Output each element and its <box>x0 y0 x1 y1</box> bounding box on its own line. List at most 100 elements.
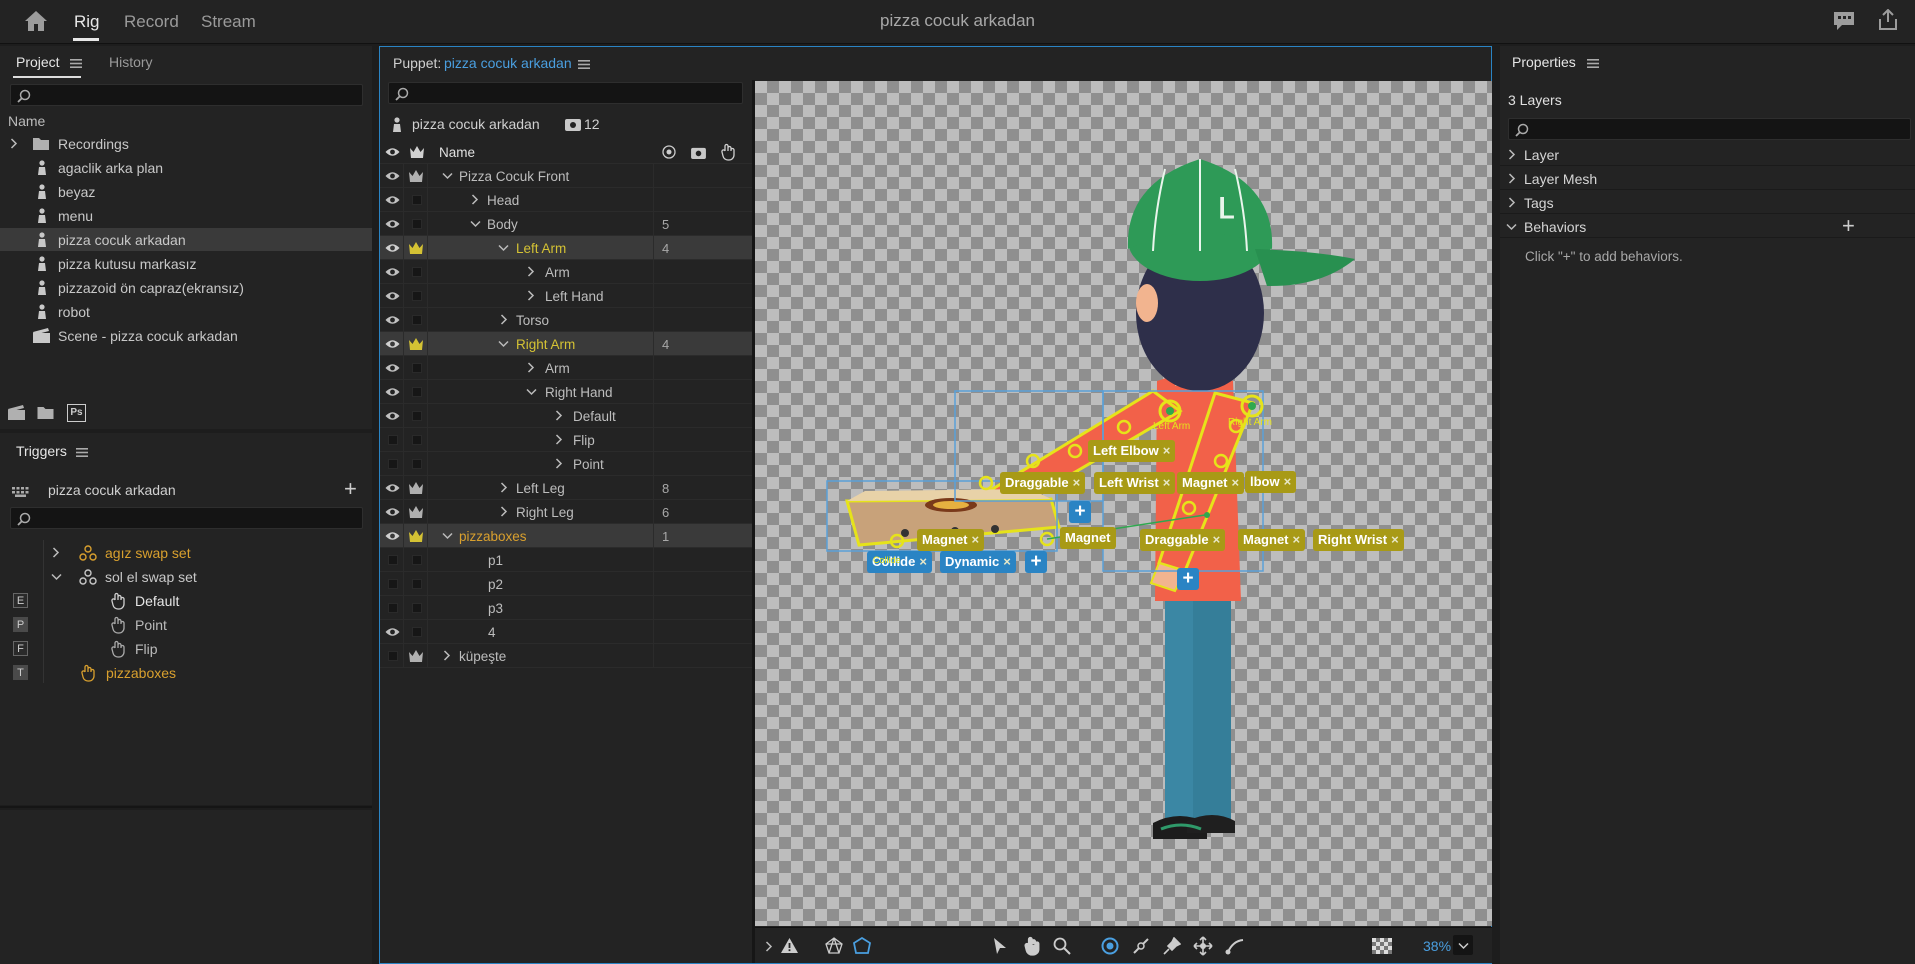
chevron-right-icon[interactable] <box>527 362 535 373</box>
eye-placeholder[interactable] <box>388 435 398 445</box>
crown-placeholder[interactable] <box>412 219 422 229</box>
puppet-artwork[interactable] <box>755 81 1492 926</box>
chevron-right-icon[interactable] <box>471 194 479 205</box>
crown-icon[interactable] <box>409 482 423 494</box>
crown-placeholder[interactable] <box>412 267 422 277</box>
menu-icon[interactable] <box>1587 59 1599 68</box>
add-tag-button[interactable]: + <box>1025 551 1047 573</box>
list-item[interactable]: pizzazoid ön capraz(ekransız) <box>0 276 372 299</box>
crown-icon[interactable] <box>409 530 423 542</box>
magnet-tag[interactable]: Magnet × <box>1238 529 1306 551</box>
tree-row[interactable]: p3 <box>380 596 752 620</box>
menu-icon[interactable] <box>578 60 590 69</box>
chevron-down-icon[interactable] <box>51 573 62 581</box>
target-icon[interactable] <box>662 145 676 159</box>
crown-icon[interactable] <box>409 338 423 350</box>
eye-placeholder[interactable] <box>388 651 398 661</box>
hand-icon[interactable] <box>720 143 736 161</box>
zoom-level[interactable]: 38% <box>1423 938 1451 954</box>
chevron-down-icon[interactable] <box>498 340 509 348</box>
eye-icon[interactable] <box>385 507 400 517</box>
chevron-right-icon[interactable] <box>10 138 18 149</box>
list-item[interactable]: menu <box>0 204 372 227</box>
handle-tool-icon[interactable] <box>1101 937 1119 955</box>
crown-icon[interactable] <box>410 146 424 158</box>
properties-search[interactable] <box>1508 118 1911 140</box>
chevron-right-icon[interactable] <box>443 650 451 661</box>
eye-icon[interactable] <box>385 171 400 181</box>
magnet-tag[interactable]: Magnet × <box>1177 472 1245 494</box>
chevron-right-icon[interactable] <box>52 547 60 558</box>
tag-close-icon[interactable]: × <box>1391 532 1399 547</box>
eye-icon[interactable] <box>385 483 400 493</box>
trigger-key[interactable]: E <box>13 593 28 608</box>
chevron-right-icon[interactable] <box>555 458 563 469</box>
tree-row[interactable]: Pizza Cocuk Front <box>380 164 752 188</box>
tree-row[interactable]: Torso <box>380 308 752 332</box>
tag-close-icon[interactable]: × <box>1003 554 1011 569</box>
crown-placeholder[interactable] <box>412 315 422 325</box>
tree-row[interactable]: p2 <box>380 572 752 596</box>
add-trigger-button[interactable]: + <box>344 476 357 502</box>
trigger-key[interactable]: F <box>13 641 28 656</box>
hand-tool-icon[interactable] <box>1023 936 1041 956</box>
dynamic-tag[interactable]: Dynamic × <box>940 551 1016 573</box>
tree-row[interactable]: Left Leg 8 <box>380 476 752 500</box>
tab-history[interactable]: History <box>109 54 153 70</box>
eye-icon[interactable] <box>385 627 400 637</box>
share-icon[interactable] <box>1878 9 1898 31</box>
tree-row[interactable]: Body 5 <box>380 212 752 236</box>
properties-search-input[interactable] <box>1509 119 1910 139</box>
chevron-down-icon[interactable] <box>442 532 453 540</box>
eye-icon[interactable] <box>385 195 400 205</box>
triggers-search[interactable] <box>10 507 363 529</box>
eye-icon[interactable] <box>385 387 400 397</box>
tab-project[interactable]: Project <box>16 54 60 70</box>
list-item-selected[interactable]: pizza cocuk arkadan <box>0 228 372 251</box>
tag-close-icon[interactable]: × <box>1284 474 1292 489</box>
elbow-tag[interactable]: lbow × <box>1245 471 1297 493</box>
tag-close-icon[interactable]: × <box>919 554 927 569</box>
puppet-search-input[interactable] <box>389 83 742 103</box>
eye-icon[interactable] <box>385 315 400 325</box>
tree-row[interactable]: Right Hand <box>380 380 752 404</box>
trigger-row[interactable]: F Flip <box>0 637 372 661</box>
mesh-icon[interactable] <box>825 937 843 954</box>
crown-placeholder[interactable] <box>412 291 422 301</box>
outline-icon[interactable] <box>853 937 871 954</box>
tag-close-icon[interactable]: × <box>1073 475 1081 490</box>
draggable-tag[interactable]: Draggable × <box>1000 472 1086 494</box>
crown-placeholder[interactable] <box>412 579 422 589</box>
trigger-row[interactable]: sol el swap set <box>0 565 372 589</box>
trigger-row[interactable]: agız swap set <box>0 541 372 565</box>
menu-icon[interactable] <box>70 59 82 68</box>
section-behaviors[interactable]: Behaviors + <box>1500 213 1915 238</box>
tree-row-selected[interactable]: pizzaboxes 1 <box>380 524 752 548</box>
camera-icon[interactable] <box>691 146 706 159</box>
draggable-tag[interactable]: Draggable × <box>1140 529 1226 551</box>
zoom-dropdown[interactable] <box>1453 935 1473 955</box>
tag-close-icon[interactable]: × <box>1232 475 1240 490</box>
list-item[interactable]: robot <box>0 300 372 323</box>
list-item[interactable]: Scene - pizza cocuk arkadan <box>0 324 372 347</box>
chevron-right-icon[interactable] <box>555 434 563 445</box>
left-elbow-tag[interactable]: Left Elbow × <box>1088 440 1176 462</box>
tag-close-icon[interactable]: × <box>972 532 980 547</box>
eye-placeholder[interactable] <box>388 555 398 565</box>
crown-placeholder[interactable] <box>412 459 422 469</box>
tree-row[interactable]: Right Leg 6 <box>380 500 752 524</box>
bone-tool-icon[interactable] <box>1225 937 1245 955</box>
project-search[interactable] <box>10 84 363 106</box>
chevron-right-icon[interactable] <box>527 266 535 277</box>
puppet-title-name[interactable]: pizza cocuk arkadan <box>444 55 572 71</box>
section-layer-mesh[interactable]: Layer Mesh <box>1500 167 1915 190</box>
section-layer[interactable]: Layer <box>1500 143 1915 166</box>
eye-icon[interactable] <box>385 411 400 421</box>
tree-row[interactable]: küpeşte <box>380 644 752 668</box>
crown-icon[interactable] <box>409 506 423 518</box>
tree-row[interactable]: Head <box>380 188 752 212</box>
chevron-right-icon[interactable] <box>555 410 563 421</box>
crown-placeholder[interactable] <box>412 411 422 421</box>
eye-placeholder[interactable] <box>388 603 398 613</box>
eye-icon[interactable] <box>385 267 400 277</box>
